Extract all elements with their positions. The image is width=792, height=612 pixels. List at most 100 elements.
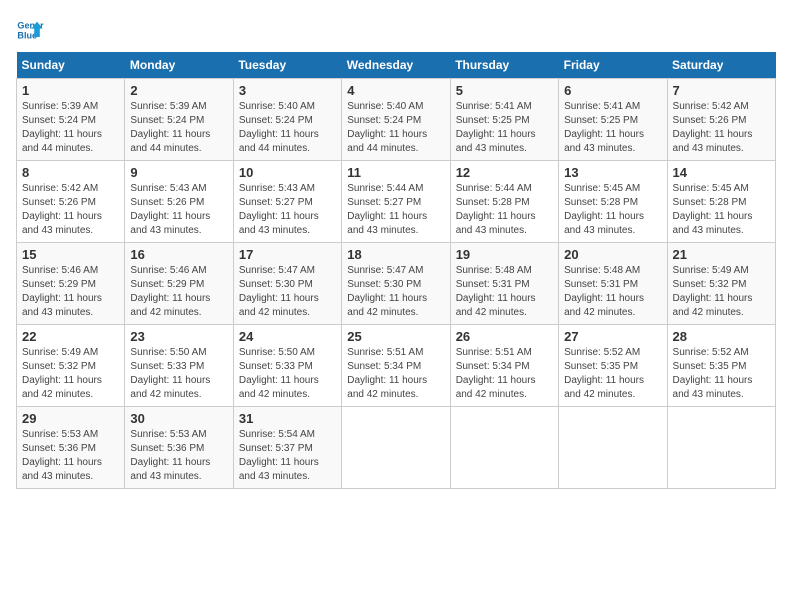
day-cell: 6 Sunrise: 5:41 AM Sunset: 5:25 PM Daylig… [559, 79, 667, 161]
week-row-4: 22 Sunrise: 5:49 AM Sunset: 5:32 PM Dayli… [17, 325, 776, 407]
day-info: Sunrise: 5:51 AM Sunset: 5:34 PM Dayligh… [456, 346, 553, 402]
header-wednesday: Wednesday [342, 52, 450, 79]
day-cell [667, 407, 775, 489]
day-info: Sunrise: 5:49 AM Sunset: 5:32 PM Dayligh… [673, 264, 770, 320]
day-number: 21 [673, 247, 770, 262]
day-number: 30 [130, 411, 227, 426]
day-number: 6 [564, 83, 661, 98]
day-cell: 17 Sunrise: 5:47 AM Sunset: 5:30 PM Dayli… [233, 243, 341, 325]
day-number: 29 [22, 411, 119, 426]
day-cell: 4Sunrise: 5:40 AM Sunset: 5:24 PM Daylig… [342, 79, 450, 161]
day-info: Sunrise: 5:39 AM Sunset: 5:24 PM Dayligh… [22, 100, 119, 156]
day-cell [450, 407, 558, 489]
day-info: Sunrise: 5:53 AM Sunset: 5:36 PM Dayligh… [130, 428, 227, 484]
week-row-3: 15Sunrise: 5:46 AM Sunset: 5:29 PM Dayli… [17, 243, 776, 325]
logo: General Blue [16, 16, 46, 44]
day-number: 8 [22, 165, 119, 180]
day-cell: 23 Sunrise: 5:50 AM Sunset: 5:33 PM Dayli… [125, 325, 233, 407]
day-info: Sunrise: 5:45 AM Sunset: 5:28 PM Dayligh… [564, 182, 661, 238]
day-number: 10 [239, 165, 336, 180]
day-info: Sunrise: 5:47 AM Sunset: 5:30 PM Dayligh… [347, 264, 444, 320]
day-number: 23 [130, 329, 227, 344]
day-info: Sunrise: 5:42 AM Sunset: 5:26 PM Dayligh… [673, 100, 770, 156]
day-cell: 29 Sunrise: 5:53 AM Sunset: 5:36 PM Dayli… [17, 407, 125, 489]
day-number: 26 [456, 329, 553, 344]
day-number: 31 [239, 411, 336, 426]
day-cell [559, 407, 667, 489]
day-number: 25 [347, 329, 444, 344]
day-info: Sunrise: 5:44 AM Sunset: 5:28 PM Dayligh… [456, 182, 553, 238]
day-cell: 31 Sunrise: 5:54 AM Sunset: 5:37 PM Dayli… [233, 407, 341, 489]
day-number: 5 [456, 83, 553, 98]
day-cell: 19Sunrise: 5:48 AM Sunset: 5:31 PM Dayli… [450, 243, 558, 325]
day-number: 1 [22, 83, 119, 98]
page-header: General Blue [16, 16, 776, 44]
week-row-2: 8Sunrise: 5:42 AM Sunset: 5:26 PM Daylig… [17, 161, 776, 243]
header-thursday: Thursday [450, 52, 558, 79]
calendar-table: SundayMondayTuesdayWednesdayThursdayFrid… [16, 52, 776, 489]
day-info: Sunrise: 5:48 AM Sunset: 5:31 PM Dayligh… [456, 264, 553, 320]
day-cell: 24 Sunrise: 5:50 AM Sunset: 5:33 PM Dayli… [233, 325, 341, 407]
day-number: 2 [130, 83, 227, 98]
day-number: 17 [239, 247, 336, 262]
day-cell: 20Sunrise: 5:48 AM Sunset: 5:31 PM Dayli… [559, 243, 667, 325]
day-info: Sunrise: 5:46 AM Sunset: 5:29 PM Dayligh… [22, 264, 119, 320]
day-number: 14 [673, 165, 770, 180]
day-info: Sunrise: 5:51 AM Sunset: 5:34 PM Dayligh… [347, 346, 444, 402]
day-info: Sunrise: 5:43 AM Sunset: 5:26 PM Dayligh… [130, 182, 227, 238]
day-number: 22 [22, 329, 119, 344]
day-info: Sunrise: 5:44 AM Sunset: 5:27 PM Dayligh… [347, 182, 444, 238]
day-info: Sunrise: 5:50 AM Sunset: 5:33 PM Dayligh… [130, 346, 227, 402]
day-number: 13 [564, 165, 661, 180]
day-number: 16 [130, 247, 227, 262]
day-number: 28 [673, 329, 770, 344]
day-cell: 13 Sunrise: 5:45 AM Sunset: 5:28 PM Dayli… [559, 161, 667, 243]
day-cell: 11 Sunrise: 5:44 AM Sunset: 5:27 PM Dayli… [342, 161, 450, 243]
day-info: Sunrise: 5:53 AM Sunset: 5:36 PM Dayligh… [22, 428, 119, 484]
header-saturday: Saturday [667, 52, 775, 79]
week-row-5: 29 Sunrise: 5:53 AM Sunset: 5:36 PM Dayli… [17, 407, 776, 489]
day-info: Sunrise: 5:47 AM Sunset: 5:30 PM Dayligh… [239, 264, 336, 320]
day-number: 9 [130, 165, 227, 180]
day-info: Sunrise: 5:45 AM Sunset: 5:28 PM Dayligh… [673, 182, 770, 238]
header-monday: Monday [125, 52, 233, 79]
day-info: Sunrise: 5:48 AM Sunset: 5:31 PM Dayligh… [564, 264, 661, 320]
day-info: Sunrise: 5:54 AM Sunset: 5:37 PM Dayligh… [239, 428, 336, 484]
day-info: Sunrise: 5:40 AM Sunset: 5:24 PM Dayligh… [239, 100, 336, 156]
day-cell: 1 Sunrise: 5:39 AM Sunset: 5:24 PM Daylig… [17, 79, 125, 161]
day-cell: 12 Sunrise: 5:44 AM Sunset: 5:28 PM Dayli… [450, 161, 558, 243]
day-number: 12 [456, 165, 553, 180]
day-cell: 7Sunrise: 5:42 AM Sunset: 5:26 PM Daylig… [667, 79, 775, 161]
day-cell: 21 Sunrise: 5:49 AM Sunset: 5:32 PM Dayli… [667, 243, 775, 325]
day-cell: 8Sunrise: 5:42 AM Sunset: 5:26 PM Daylig… [17, 161, 125, 243]
day-cell: 3 Sunrise: 5:40 AM Sunset: 5:24 PM Daylig… [233, 79, 341, 161]
day-cell: 30 Sunrise: 5:53 AM Sunset: 5:36 PM Dayli… [125, 407, 233, 489]
day-cell: 14 Sunrise: 5:45 AM Sunset: 5:28 PM Dayli… [667, 161, 775, 243]
day-number: 11 [347, 165, 444, 180]
day-cell: 15Sunrise: 5:46 AM Sunset: 5:29 PM Dayli… [17, 243, 125, 325]
header-sunday: Sunday [17, 52, 125, 79]
header-tuesday: Tuesday [233, 52, 341, 79]
day-number: 27 [564, 329, 661, 344]
calendar-header-row: SundayMondayTuesdayWednesdayThursdayFrid… [17, 52, 776, 79]
day-cell: 5 Sunrise: 5:41 AM Sunset: 5:25 PM Daylig… [450, 79, 558, 161]
day-cell: 27Sunrise: 5:52 AM Sunset: 5:35 PM Dayli… [559, 325, 667, 407]
day-info: Sunrise: 5:41 AM Sunset: 5:25 PM Dayligh… [564, 100, 661, 156]
day-info: Sunrise: 5:46 AM Sunset: 5:29 PM Dayligh… [130, 264, 227, 320]
day-number: 18 [347, 247, 444, 262]
day-info: Sunrise: 5:43 AM Sunset: 5:27 PM Dayligh… [239, 182, 336, 238]
day-cell: 16 Sunrise: 5:46 AM Sunset: 5:29 PM Dayli… [125, 243, 233, 325]
day-number: 24 [239, 329, 336, 344]
day-info: Sunrise: 5:50 AM Sunset: 5:33 PM Dayligh… [239, 346, 336, 402]
day-cell: 9 Sunrise: 5:43 AM Sunset: 5:26 PM Daylig… [125, 161, 233, 243]
svg-text:Blue: Blue [17, 30, 37, 40]
day-info: Sunrise: 5:49 AM Sunset: 5:32 PM Dayligh… [22, 346, 119, 402]
logo-icon: General Blue [16, 16, 44, 44]
day-info: Sunrise: 5:40 AM Sunset: 5:24 PM Dayligh… [347, 100, 444, 156]
day-cell: 25 Sunrise: 5:51 AM Sunset: 5:34 PM Dayli… [342, 325, 450, 407]
day-info: Sunrise: 5:39 AM Sunset: 5:24 PM Dayligh… [130, 100, 227, 156]
day-number: 3 [239, 83, 336, 98]
day-cell: 10 Sunrise: 5:43 AM Sunset: 5:27 PM Dayli… [233, 161, 341, 243]
week-row-1: 1 Sunrise: 5:39 AM Sunset: 5:24 PM Daylig… [17, 79, 776, 161]
day-info: Sunrise: 5:41 AM Sunset: 5:25 PM Dayligh… [456, 100, 553, 156]
